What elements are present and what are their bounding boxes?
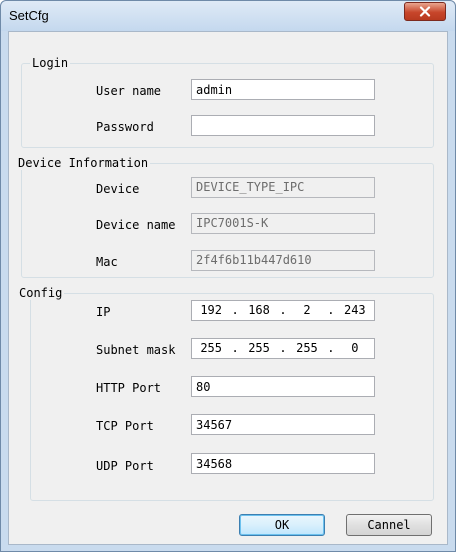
subnet-octet-3[interactable]: 255	[288, 339, 326, 358]
window-title: SetCfg	[9, 8, 49, 23]
device-info-legend: Device Information	[18, 156, 149, 170]
http-port-label: HTTP Port	[96, 381, 162, 395]
subnet-dot: .	[327, 341, 335, 355]
ok-button[interactable]: OK	[239, 514, 325, 536]
username-input[interactable]	[191, 79, 375, 100]
mac-field: 2f4f6b11b447d610	[191, 250, 375, 271]
device-name-field: IPC7001S-K	[191, 213, 375, 234]
ip-octet-3[interactable]: 2	[288, 301, 326, 320]
ip-dot: .	[231, 303, 239, 317]
subnet-octet-4[interactable]: 0	[336, 339, 374, 358]
cancel-button[interactable]: Cannel	[346, 514, 432, 536]
device-name-label: Device name	[96, 218, 176, 232]
http-port-input[interactable]	[191, 376, 375, 397]
mac-label: Mac	[96, 255, 118, 269]
title-bar[interactable]: SetCfg	[1, 1, 455, 31]
udp-port-label: UDP Port	[96, 459, 154, 473]
close-button[interactable]	[404, 2, 446, 21]
close-icon	[419, 6, 431, 17]
password-input[interactable]	[191, 115, 375, 136]
ip-octet-1[interactable]: 192	[192, 301, 230, 320]
config-legend: Config	[19, 286, 63, 300]
device-field: DEVICE_TYPE_IPC	[191, 177, 375, 198]
subnet-octet-1[interactable]: 255	[192, 339, 230, 358]
ip-octet-2[interactable]: 168	[240, 301, 278, 320]
dialog-client-area: Login User name Password Device Informat…	[8, 31, 448, 545]
tcp-port-input[interactable]	[191, 414, 375, 435]
subnet-octet-2[interactable]: 255	[240, 339, 278, 358]
password-label: Password	[96, 120, 154, 134]
tcp-port-label: TCP Port	[96, 419, 154, 433]
setcfg-dialog: SetCfg Login User name Password Device I…	[0, 0, 456, 552]
username-label: User name	[96, 84, 162, 98]
ip-octet-4[interactable]: 243	[336, 301, 374, 320]
ip-address-field[interactable]: 192 . 168 . 2 . 243	[191, 300, 375, 321]
subnet-mask-label: Subnet mask	[96, 343, 176, 357]
device-label: Device	[96, 182, 140, 196]
subnet-dot: .	[279, 341, 287, 355]
ip-dot: .	[327, 303, 335, 317]
login-legend: Login	[32, 56, 69, 70]
ip-label: IP	[96, 305, 111, 319]
udp-port-input[interactable]	[191, 453, 375, 474]
subnet-dot: .	[231, 341, 239, 355]
ip-dot: .	[279, 303, 287, 317]
subnet-mask-field[interactable]: 255 . 255 . 255 . 0	[191, 338, 375, 359]
